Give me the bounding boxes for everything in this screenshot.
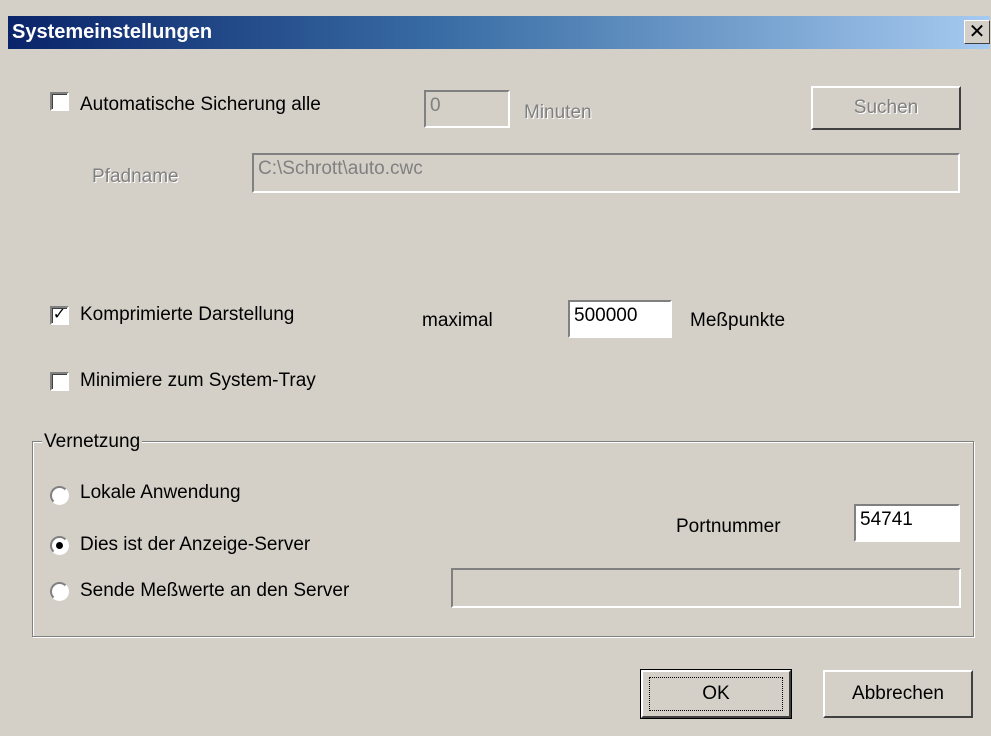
unit-label: Meßpunkte <box>690 310 786 331</box>
path-input[interactable]: C:\Schrott\auto.cwc <box>252 153 960 193</box>
cancel-button-label: Abbrechen <box>852 683 944 704</box>
window-title: Systemeinstellungen <box>12 21 213 43</box>
port-label: Portnummer <box>676 516 781 537</box>
autosave-minutes-input[interactable]: 0 <box>424 90 510 128</box>
check-icon: ✓ <box>52 306 67 323</box>
close-button[interactable]: ✕ <box>964 20 990 44</box>
autosave-checkbox[interactable] <box>50 92 69 111</box>
server-address-input[interactable] <box>451 568 961 608</box>
compressed-checkbox[interactable]: ✓ <box>50 306 69 325</box>
max-points-input[interactable]: 500000 <box>568 300 672 338</box>
radio-send-to-server[interactable] <box>50 582 69 601</box>
max-points-value: 500000 <box>574 305 638 326</box>
network-group-label: Vernetzung <box>42 431 143 453</box>
search-button[interactable]: Suchen <box>811 86 961 130</box>
radio-display-server-label: Dies ist der Anzeige-Server <box>80 534 311 555</box>
autosave-minutes-value: 0 <box>430 95 441 116</box>
radio-local[interactable] <box>50 486 69 505</box>
ok-button[interactable]: OK <box>640 669 792 719</box>
close-icon: ✕ <box>968 21 986 43</box>
tray-label: Minimiere zum System-Tray <box>80 370 316 391</box>
radio-send-to-server-label: Sende Meßwerte an den Server <box>80 580 350 601</box>
compressed-label: Komprimierte Darstellung <box>80 304 295 325</box>
tray-checkbox[interactable] <box>50 372 69 391</box>
radio-display-server[interactable] <box>50 536 69 555</box>
port-input[interactable]: 54741 <box>854 504 960 542</box>
path-label: Pfadname <box>92 166 179 187</box>
settings-dialog: Systemeinstellungen ✕ Automatische Siche… <box>0 0 991 736</box>
radio-local-label: Lokale Anwendung <box>80 482 241 503</box>
cancel-button[interactable]: Abbrechen <box>823 670 973 718</box>
minutes-label: Minuten <box>524 102 592 123</box>
autosave-label: Automatische Sicherung alle <box>80 94 321 115</box>
port-value: 54741 <box>860 509 913 530</box>
focus-rect <box>649 677 783 711</box>
title-bar[interactable]: Systemeinstellungen ✕ <box>8 16 990 49</box>
path-value: C:\Schrott\auto.cwc <box>258 158 423 179</box>
max-label: maximal <box>422 310 493 331</box>
search-button-label: Suchen <box>853 97 919 118</box>
radio-dot-icon <box>56 542 63 549</box>
